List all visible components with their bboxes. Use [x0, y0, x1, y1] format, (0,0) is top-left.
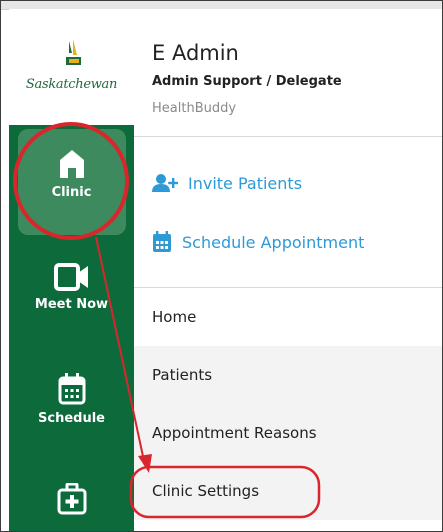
brand-logo[interactable]: Saskatchewan — [9, 9, 134, 125]
calendar-icon — [58, 373, 85, 405]
calendar-icon — [153, 231, 171, 252]
invite-patients-button[interactable]: Invite Patients — [152, 173, 302, 193]
main-panel: E Admin Admin Support / Delegate HealthB… — [134, 9, 442, 531]
app-name: HealthBuddy — [152, 101, 237, 116]
app-window: Saskatchewan Clinic Meet Now Schedule E … — [0, 0, 443, 532]
add-user-icon — [152, 174, 178, 192]
user-name: E Admin — [152, 41, 239, 65]
user-role: Admin Support / Delegate — [152, 74, 342, 89]
menu-item-appointment-reasons[interactable]: Appointment Reasons — [134, 404, 442, 462]
video-camera-icon — [53, 263, 88, 291]
menu-item-home[interactable]: Home — [134, 288, 442, 346]
home-icon — [59, 150, 84, 178]
menu-item-clinic-settings[interactable]: Clinic Settings — [134, 462, 442, 520]
sidebar-item-meet-now[interactable]: Meet Now — [9, 263, 134, 312]
sidebar-item-clinic[interactable]: Clinic — [9, 149, 134, 200]
menu-item-patients[interactable]: Patients — [134, 346, 442, 404]
invite-patients-label: Invite Patients — [188, 173, 303, 193]
logo-wordmark: Saskatchewan — [25, 77, 118, 92]
sidebar-item-label: Clinic — [51, 185, 92, 200]
menu-item-label: Clinic Settings — [152, 482, 260, 500]
sidebar-item-label: Schedule — [38, 411, 105, 426]
header-divider — [134, 136, 442, 137]
menu-item-label: Appointment Reasons — [152, 424, 317, 442]
sidebar-item-label: Meet Now — [34, 297, 109, 312]
menu-item-label: Patients — [152, 366, 213, 384]
wheat-logo-icon — [66, 39, 81, 65]
sidebar: Clinic Meet Now Schedule — [9, 125, 134, 531]
schedule-appointment-button[interactable]: Schedule Appointment — [152, 231, 364, 253]
sidebar-item-schedule[interactable]: Schedule — [9, 373, 134, 426]
sidebar-item-medical[interactable] — [9, 483, 134, 515]
menu-item-label: Home — [152, 308, 197, 326]
medical-kit-icon — [57, 483, 86, 515]
schedule-appointment-label: Schedule Appointment — [182, 232, 365, 252]
